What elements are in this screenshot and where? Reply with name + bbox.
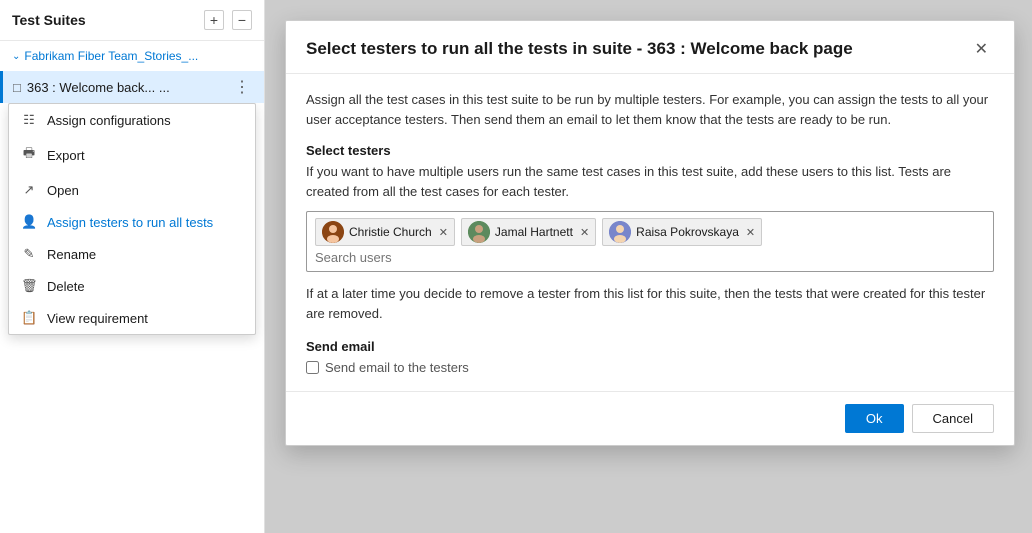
menu-item-assign-configs[interactable]: ☷ Assign configurations bbox=[9, 104, 255, 136]
remove-tester-rp-button[interactable]: ✕ bbox=[746, 226, 755, 239]
avatar-jh-svg bbox=[468, 221, 490, 243]
testers-box[interactable]: Christie Church ✕ Jamal Hartnett bbox=[306, 211, 994, 272]
export-icon: 🖶 bbox=[21, 144, 37, 166]
send-email-section: Send email Send email to the testers bbox=[306, 339, 994, 375]
dialog-body: Assign all the test cases in this test s… bbox=[286, 74, 1014, 391]
menu-item-delete-label: Delete bbox=[47, 279, 85, 294]
menu-item-open-label: Open bbox=[47, 183, 79, 198]
search-users-input[interactable] bbox=[315, 250, 435, 265]
dialog: Select testers to run all the tests in s… bbox=[285, 20, 1015, 446]
rename-icon: ✎ bbox=[21, 246, 37, 262]
sidebar-header: Test Suites + − bbox=[0, 0, 264, 41]
sidebar-title: Test Suites bbox=[12, 12, 86, 28]
remove-tester-jh-button[interactable]: ✕ bbox=[580, 226, 589, 239]
menu-item-assign-testers[interactable]: 👤 Assign testers to run all tests bbox=[9, 206, 255, 238]
menu-item-view-req-label: View requirement bbox=[47, 311, 148, 326]
send-email-label: Send email to the testers bbox=[325, 360, 469, 375]
dialog-close-button[interactable]: ✕ bbox=[969, 37, 994, 61]
context-menu: ☷ Assign configurations 🖶 Export ↗ Open … bbox=[8, 103, 256, 335]
dialog-intro: Assign all the test cases in this test s… bbox=[306, 90, 994, 129]
suite-item[interactable]: □ 363 : Welcome back... ... ⋮ bbox=[0, 71, 264, 103]
suite-icon: □ bbox=[13, 80, 21, 95]
tester-chip-cc: Christie Church ✕ bbox=[315, 218, 455, 246]
select-testers-desc: If you want to have multiple users run t… bbox=[306, 162, 994, 201]
dialog-title: Select testers to run all the tests in s… bbox=[306, 38, 853, 60]
menu-item-assign-configs-label: Assign configurations bbox=[47, 113, 171, 128]
avatar-jh bbox=[468, 221, 490, 243]
dialog-overlay: Select testers to run all the tests in s… bbox=[265, 0, 1032, 533]
avatar-cc bbox=[322, 221, 344, 243]
dialog-footer: Ok Cancel bbox=[286, 391, 1014, 445]
delete-icon: 🗑 bbox=[21, 278, 37, 294]
add-suite-button[interactable]: + bbox=[204, 10, 224, 30]
menu-item-export-label: Export bbox=[47, 148, 85, 163]
team-label[interactable]: ⌄ Fabrikam Fiber Team_Stories_... bbox=[0, 41, 264, 71]
suite-item-more-button[interactable]: ⋮ bbox=[230, 77, 254, 97]
menu-item-rename-label: Rename bbox=[47, 247, 96, 262]
cancel-button[interactable]: Cancel bbox=[912, 404, 994, 433]
tester-name-jh: Jamal Hartnett bbox=[495, 225, 573, 239]
menu-item-assign-testers-label: Assign testers to run all tests bbox=[47, 215, 213, 230]
menu-item-delete[interactable]: 🗑 Delete bbox=[9, 270, 255, 302]
menu-item-view-req[interactable]: 📋 View requirement bbox=[9, 302, 255, 334]
tester-chip-jh: Jamal Hartnett ✕ bbox=[461, 218, 596, 246]
send-email-checkbox[interactable] bbox=[306, 361, 319, 374]
sidebar: Test Suites + − ⌄ Fabrikam Fiber Team_St… bbox=[0, 0, 265, 533]
dialog-header: Select testers to run all the tests in s… bbox=[286, 21, 1014, 74]
tester-name-cc: Christie Church bbox=[349, 225, 432, 239]
view-req-icon: 📋 bbox=[21, 310, 37, 326]
menu-item-rename[interactable]: ✎ Rename bbox=[9, 238, 255, 270]
team-label-text: Fabrikam Fiber Team_Stories_... bbox=[24, 49, 198, 63]
assign-configs-icon: ☷ bbox=[21, 112, 37, 128]
send-email-title: Send email bbox=[306, 339, 994, 354]
menu-item-export[interactable]: 🖶 Export bbox=[9, 136, 255, 174]
menu-item-open[interactable]: ↗ Open bbox=[9, 174, 255, 206]
avatar-cc-svg bbox=[322, 221, 344, 243]
removal-note: If at a later time you decide to remove … bbox=[306, 284, 994, 323]
select-testers-title: Select testers bbox=[306, 143, 994, 158]
open-icon: ↗ bbox=[21, 182, 37, 198]
ok-button[interactable]: Ok bbox=[845, 404, 904, 433]
tester-chip-rp: Raisa Pokrovskaya ✕ bbox=[602, 218, 762, 246]
remove-tester-cc-button[interactable]: ✕ bbox=[439, 226, 448, 239]
avatar-rp-svg bbox=[609, 221, 631, 243]
tester-name-rp: Raisa Pokrovskaya bbox=[636, 225, 739, 239]
send-email-row: Send email to the testers bbox=[306, 360, 994, 375]
sidebar-icons: + − bbox=[204, 10, 252, 30]
chevron-down-icon: ⌄ bbox=[12, 51, 20, 62]
assign-testers-icon: 👤 bbox=[21, 214, 37, 230]
avatar-rp bbox=[609, 221, 631, 243]
minus-button[interactable]: − bbox=[232, 10, 252, 30]
suite-item-label: 363 : Welcome back... ... bbox=[27, 80, 230, 95]
testers-chips: Christie Church ✕ Jamal Hartnett bbox=[315, 218, 985, 246]
